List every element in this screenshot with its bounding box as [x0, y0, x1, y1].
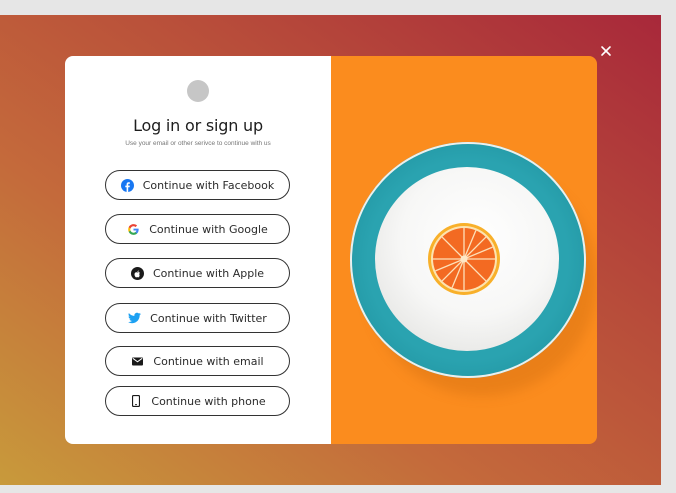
close-button[interactable]: [599, 44, 613, 58]
google-icon: [127, 223, 140, 236]
orange-slice-image: [428, 223, 500, 295]
button-label: Continue with email: [153, 354, 264, 368]
twitter-icon: [128, 312, 142, 325]
button-label: Continue with Google: [149, 222, 268, 236]
continue-with-twitter-button[interactable]: Continue with Twitter: [105, 303, 290, 333]
continue-with-email-button[interactable]: Continue with email: [105, 346, 290, 376]
button-label: Continue with Facebook: [142, 178, 275, 192]
continue-with-facebook-button[interactable]: Continue with Facebook: [105, 170, 290, 200]
continue-with-google-button[interactable]: Continue with Google: [105, 214, 290, 244]
email-icon: [131, 355, 144, 368]
login-modal: Log in or sign up Use your email or othe…: [65, 56, 597, 444]
button-label: Continue with Apple: [152, 266, 265, 280]
modal-title: Log in or sign up: [133, 116, 263, 135]
phone-icon: [129, 395, 142, 408]
facebook-icon: [120, 178, 134, 192]
modal-subtitle: Use your email or other serivce to conti…: [125, 140, 271, 147]
hero-image-panel: [331, 56, 597, 444]
button-label: Continue with phone: [151, 394, 266, 408]
apple-icon: [130, 266, 144, 280]
continue-with-phone-button[interactable]: Continue with phone: [105, 386, 290, 416]
login-panel: Log in or sign up Use your email or othe…: [65, 56, 331, 444]
button-label: Continue with Twitter: [150, 311, 267, 325]
continue-with-apple-button[interactable]: Continue with Apple: [105, 258, 290, 288]
close-icon: [601, 46, 611, 56]
logo-placeholder: [187, 80, 209, 102]
